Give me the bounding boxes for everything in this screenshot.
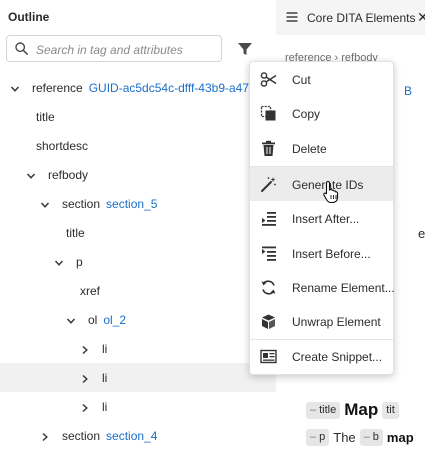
trash-icon <box>262 140 275 156</box>
copy-icon <box>260 105 276 121</box>
tag-pill-b[interactable]: – b <box>359 428 383 446</box>
magic-wand-icon <box>261 177 276 192</box>
tree-node-label: reference <box>32 80 83 95</box>
chevron-right-icon[interactable] <box>80 402 90 412</box>
tree-node-label: ol <box>88 312 98 327</box>
snippet-icon <box>260 349 277 364</box>
chevron-right-icon[interactable] <box>80 344 90 354</box>
menu-item-label: Rename Element... <box>292 281 395 295</box>
insert-before-icon <box>262 246 276 261</box>
outline-title: Outline <box>8 10 50 24</box>
tag-pill-label: title <box>319 404 337 416</box>
menu-item-insert-after[interactable]: Insert After... <box>250 201 393 235</box>
tree-node-label: shortdesc <box>36 138 89 153</box>
menu-item-insert-before[interactable]: Insert Before... <box>250 236 393 270</box>
menu-item-label: Create Snippet... <box>292 350 383 364</box>
tree-node-title[interactable]: title <box>0 102 276 131</box>
content-title-line[interactable]: – title Map tit <box>306 399 403 421</box>
tree-node-label: xref <box>80 283 101 298</box>
close-icon[interactable]: ✕ <box>417 9 425 26</box>
rename-icon <box>261 280 276 295</box>
menu-item-rename-element[interactable]: Rename Element... <box>250 270 395 304</box>
tree-node-label: p <box>76 254 83 269</box>
content-paragraph-line[interactable]: – p The – b map <box>306 427 414 447</box>
filter-icon[interactable] <box>236 40 254 58</box>
menu-item-delete[interactable]: Delete <box>250 131 393 165</box>
tree-node-id[interactable]: section_5 <box>106 197 157 211</box>
chevron-down-icon[interactable] <box>54 257 64 267</box>
menu-item-label: Insert After... <box>292 212 360 226</box>
search-input[interactable] <box>34 39 218 60</box>
tree-node-label: section <box>62 428 101 443</box>
menu-item-generate-ids[interactable]: Generate IDs <box>250 167 393 201</box>
chevron-right-icon[interactable] <box>80 373 90 383</box>
menu-item-create-snippet[interactable]: Create Snippet... <box>250 339 393 373</box>
content-title-text: Map <box>344 400 379 419</box>
outline-panel: Outline reference GUID-ac5dc54c-dfff-43b9… <box>0 0 276 447</box>
tree-node-xref[interactable]: xref <box>0 276 276 305</box>
dash-icon: – <box>363 431 370 443</box>
tree-node-title[interactable]: title <box>0 218 276 247</box>
menu-item-label: Copy <box>292 107 321 121</box>
context-menu: Cut Copy Delete Generate IDs Insert Afte… <box>249 61 395 375</box>
tree-node-id[interactable]: ol_2 <box>103 313 126 327</box>
tag-pill-label: p <box>319 431 326 443</box>
unwrap-icon <box>262 314 275 329</box>
tree-node-shortdesc[interactable]: shortdesc <box>0 131 276 160</box>
paragraph-text: The <box>333 429 356 445</box>
menu-item-copy[interactable]: Copy <box>250 96 393 130</box>
chevron-right-icon[interactable] <box>40 431 50 441</box>
tree-node-label: li <box>102 341 108 356</box>
tree-node-id[interactable]: GUID-ac5dc54c-dfff-43b9-a473- <box>89 81 260 95</box>
right-panel-header: Core DITA Elements ✕ <box>276 0 425 35</box>
scissors-icon <box>260 72 277 87</box>
menu-item-label: Cut <box>292 73 311 87</box>
tree-node-section[interactable]: section section_5 <box>0 189 276 218</box>
tree-node-li[interactable]: li <box>0 334 276 363</box>
tree-node-reference[interactable]: reference GUID-ac5dc54c-dfff-43b9-a473- <box>0 73 276 102</box>
chevron-down-icon[interactable] <box>66 315 76 325</box>
dash-icon: – <box>310 404 317 416</box>
menu-item-label: Delete <box>292 142 327 156</box>
tag-pill-label: b <box>372 431 379 443</box>
menu-item-label: Unwrap Element <box>292 315 381 329</box>
tree-node-id[interactable]: section_4 <box>106 429 157 443</box>
tree-node-p[interactable]: p <box>0 247 276 276</box>
text-fragment: e <box>418 226 425 241</box>
tree-node-li[interactable]: li <box>0 392 276 421</box>
tree-node-refbody[interactable]: refbody <box>0 160 276 189</box>
menu-item-unwrap-element[interactable]: Unwrap Element <box>250 304 393 338</box>
search-icon <box>15 42 28 55</box>
dash-icon: – <box>310 431 317 443</box>
tree-node-ol[interactable]: ol ol_2 <box>0 305 276 334</box>
menu-item-label: Insert Before... <box>292 247 371 261</box>
tree-node-label: title <box>36 109 55 124</box>
tree-node-label: refbody <box>48 167 89 182</box>
bold-text: map <box>386 429 414 445</box>
menu-item-label: Generate IDs <box>292 178 364 192</box>
tree-node-label: li <box>102 399 108 414</box>
tree-node-li[interactable]: li <box>0 363 276 392</box>
guid-fragment: B <box>404 84 413 98</box>
panel-title: Core DITA Elements <box>307 11 416 25</box>
chevron-down-icon[interactable] <box>10 83 20 93</box>
insert-after-icon <box>262 212 276 226</box>
chevron-down-icon[interactable] <box>26 170 36 180</box>
search-box[interactable] <box>6 35 222 62</box>
panel-icon <box>286 12 298 22</box>
tree-node-label: section <box>62 196 101 211</box>
menu-item-cut[interactable]: Cut <box>250 62 393 96</box>
chevron-down-icon[interactable] <box>40 199 50 209</box>
tree-node-section[interactable]: section section_4 <box>0 421 276 450</box>
tree-node-label: title <box>66 225 85 240</box>
tree-node-label: li <box>102 370 108 385</box>
tag-pill-title-end[interactable]: tit <box>382 401 399 419</box>
tag-pill-label: tit <box>386 404 395 416</box>
tag-pill-title[interactable]: – title <box>306 401 341 419</box>
tag-pill-p[interactable]: – p <box>306 428 330 446</box>
